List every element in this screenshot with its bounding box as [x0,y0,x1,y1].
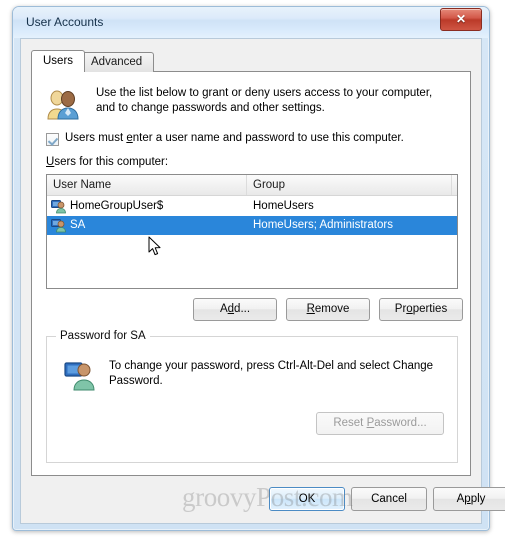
user-account-icon [51,200,66,214]
info-text: Use the list below to grant or deny user… [96,86,458,116]
title-bar: User Accounts ✕ [13,7,489,38]
remove-label-accel: R [306,303,315,315]
column-header-group[interactable]: Group [247,175,452,195]
reset-label-before: Reset [333,417,367,429]
close-icon: ✕ [455,12,467,26]
table-row[interactable]: SA HomeUsers; Administrators [47,216,457,235]
must-enter-credentials-checkbox[interactable] [46,133,59,146]
info-line-1: Use the list below to grant or deny user… [96,87,433,99]
tab-users[interactable]: Users [31,50,86,72]
remove-button[interactable]: Remove [286,298,370,321]
password-instructions: To change your password, press Ctrl-Alt-… [109,359,439,389]
reset-password-button[interactable]: Reset Password... [316,412,444,435]
dialog-client-area: Users Advanced Use the list below to gra… [20,38,505,524]
ok-button[interactable]: OK [269,487,345,511]
cell-user-name: SA [70,219,86,231]
column-header-blank[interactable] [452,175,457,195]
user-accounts-window: User Accounts ✕ Users Advanced Use the l… [12,6,505,531]
password-group-title: Password for SA [56,330,150,342]
user-monitor-icon [64,362,95,391]
password-group-box: Password for SA To change your password,… [46,330,458,463]
window-title: User Accounts [26,15,104,29]
properties-label-after: perties [412,303,448,315]
remove-label-after: emove [314,303,350,315]
reset-label-after: assword... [374,417,427,429]
add-button[interactable]: Add... [193,298,277,321]
apply-button[interactable]: Apply [433,487,505,511]
list-header-row: User Name Group [47,175,457,196]
table-row[interactable]: HomeGroupUser$ HomeUsers [47,197,457,216]
must-enter-credentials-label[interactable]: Users must enter a user name and passwor… [65,132,404,144]
column-header-user-name[interactable]: User Name [47,175,247,195]
info-line-2: and to change passwords and other settin… [96,102,325,114]
add-label-before: A [219,303,228,315]
users-tab-page: Use the list below to grant or deny user… [31,71,471,476]
cancel-button[interactable]: Cancel [351,487,427,511]
two-users-icon [47,90,79,120]
add-label-after: d... [234,303,251,315]
checkbox-label-before: Users must [65,132,127,144]
close-button[interactable]: ✕ [440,8,482,31]
tab-advanced[interactable]: Advanced [79,52,155,72]
password-instructions-line-2: Password. [109,375,163,387]
users-list-label: Users for this computer: [46,156,168,168]
cell-group: HomeUsers; Administrators [253,219,393,231]
tab-strip: Users Advanced [31,50,471,72]
properties-button[interactable]: Properties [379,298,463,321]
cell-user-name: HomeGroupUser$ [70,200,164,212]
user-account-icon [51,219,66,233]
apply-label-after: ply [470,493,486,505]
password-instructions-line-1: To change your password, press Ctrl-Alt-… [109,360,434,372]
users-list-label-after: sers for this computer: [54,156,169,168]
cell-group: HomeUsers [253,200,314,212]
must-enter-credentials-row: Users must enter a user name and passwor… [46,132,458,148]
properties-label-before: Pr [394,303,407,315]
checkbox-label-after: nter a user name and password to use thi… [132,132,404,144]
users-list[interactable]: User Name Group HomeGroupUser$ HomeUsers [46,174,458,289]
